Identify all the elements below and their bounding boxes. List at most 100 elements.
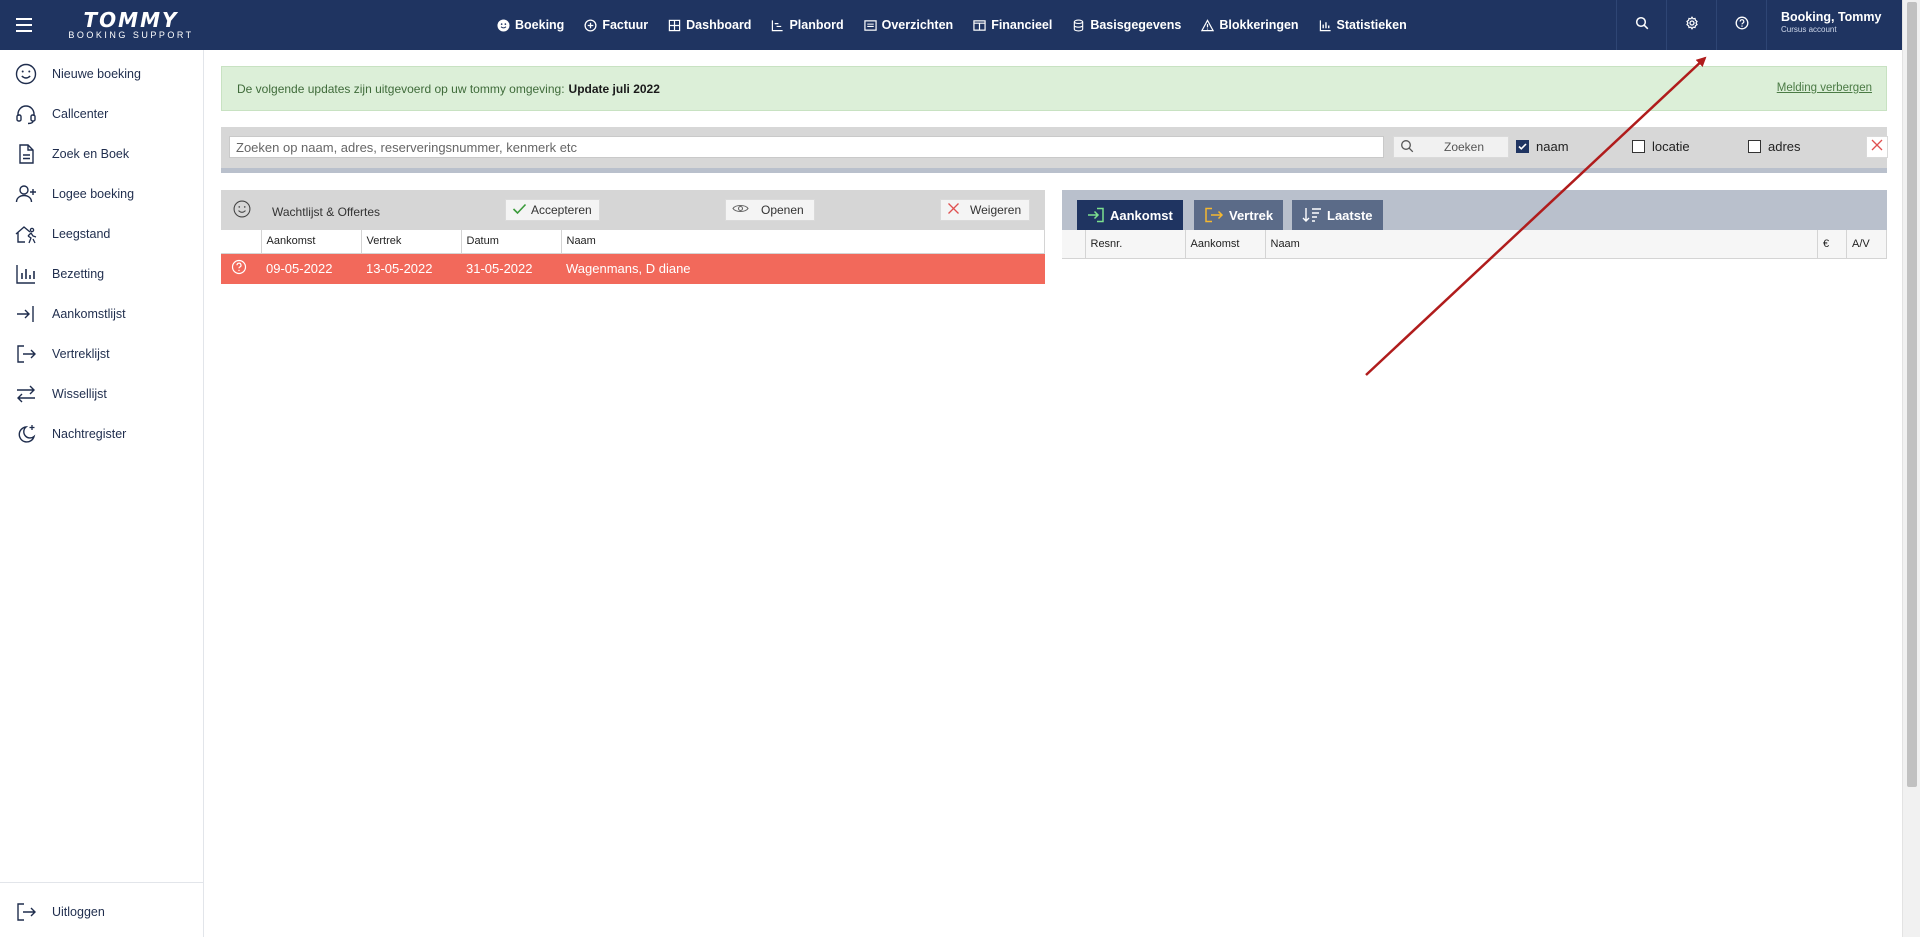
- nav-label: Boeking: [515, 18, 565, 32]
- settings-button[interactable]: [1666, 0, 1716, 50]
- vertical-scrollbar[interactable]: [1902, 0, 1920, 937]
- open-button[interactable]: Openen: [725, 199, 815, 221]
- list-window-icon: [863, 19, 877, 32]
- sidebar-item-vertreklijst[interactable]: Vertreklijst: [0, 334, 203, 374]
- option-adres-checkbox[interactable]: adres: [1748, 139, 1801, 154]
- moon-plus-icon: [13, 421, 39, 447]
- nav-factuur[interactable]: Factuur: [584, 18, 648, 32]
- check-icon: [512, 203, 527, 218]
- plus-circle-icon: [584, 18, 597, 32]
- search-icon: [1635, 16, 1649, 35]
- sidebar-item-zoek-en-boek[interactable]: Zoek en Boek: [0, 134, 203, 174]
- accept-button[interactable]: Accepteren: [505, 199, 600, 221]
- checkbox-empty-icon: [1632, 140, 1645, 153]
- house-run-icon: [13, 221, 39, 247]
- arrivals-tabs: Aankomst Vertrek Laatste: [1062, 190, 1887, 230]
- sign-in-icon: [13, 301, 39, 327]
- column-header-naam[interactable]: Naam: [561, 230, 1045, 254]
- sidebar-item-logee-boeking[interactable]: Logee boeking: [0, 174, 203, 214]
- user-name: Booking, Tommy: [1781, 10, 1882, 24]
- nav-overzichten[interactable]: Overzichten: [863, 18, 953, 32]
- column-header-naam[interactable]: Naam: [1265, 230, 1818, 259]
- close-icon: [947, 202, 960, 218]
- logo-subtitle: BOOKING SUPPORT: [68, 30, 194, 40]
- sidebar-item-label: Logee boeking: [52, 187, 135, 201]
- sign-in-icon: [1087, 207, 1105, 223]
- notice-highlight: Update juli 2022: [568, 81, 660, 96]
- logout-button[interactable]: Uitloggen: [0, 887, 203, 937]
- table-row[interactable]: 09-05-2022 13-05-2022 31-05-2022 Wagenma…: [221, 253, 1045, 284]
- main-nav: Boeking Factuur Dashboard Planbord Overz…: [497, 0, 1427, 50]
- hide-notice-link[interactable]: Melding verbergen: [1777, 82, 1872, 94]
- user-menu[interactable]: Booking, Tommy Cursus account: [1766, 0, 1902, 50]
- notice-text: De volgende updates zijn uitgevoerd op u…: [237, 81, 565, 96]
- column-header-aankomst[interactable]: Aankomst: [1185, 230, 1266, 259]
- sidebar-item-nachtregister[interactable]: Nachtregister: [0, 414, 203, 454]
- user-account: Cursus account: [1781, 24, 1837, 34]
- option-locatie-checkbox[interactable]: locatie: [1632, 139, 1690, 154]
- update-notice: De volgende updates zijn uitgevoerd op u…: [221, 66, 1887, 111]
- sidebar-item-label: Zoek en Boek: [52, 147, 130, 161]
- column-header-icon: [221, 230, 262, 254]
- column-header-vertrek[interactable]: Vertrek: [361, 230, 462, 254]
- nav-statistieken[interactable]: Statistieken: [1319, 18, 1407, 32]
- nav-label: Dashboard: [686, 18, 752, 32]
- row-status-cell: [221, 253, 261, 284]
- tab-label: Vertrek: [1229, 207, 1274, 223]
- cell-aankomst: 09-05-2022: [261, 253, 361, 284]
- nav-financieel[interactable]: Financieel: [973, 18, 1052, 32]
- search-submit-button[interactable]: Zoeken: [1393, 136, 1509, 158]
- nav-dashboard[interactable]: Dashboard: [668, 18, 751, 32]
- column-header-datum[interactable]: Datum: [461, 230, 562, 254]
- cell-vertrek: 13-05-2022: [361, 253, 461, 284]
- sign-out-icon: [13, 899, 39, 925]
- hamburger-menu-button[interactable]: [0, 0, 48, 50]
- reject-button[interactable]: Weigeren: [940, 199, 1030, 221]
- column-header-euro[interactable]: €: [1817, 230, 1847, 259]
- swap-arrows-icon: [13, 381, 39, 407]
- search-input[interactable]: [229, 136, 1384, 158]
- tab-laatste[interactable]: Laatste: [1292, 200, 1383, 230]
- eye-icon: [732, 203, 749, 217]
- sidebar-item-leegstand[interactable]: Leegstand: [0, 214, 203, 254]
- top-bar: TOMMY BOOKING SUPPORT Boeking Factuur Da…: [0, 0, 1902, 50]
- tab-label: Aankomst: [1110, 207, 1173, 223]
- tab-vertrek[interactable]: Vertrek: [1194, 200, 1284, 230]
- option-label: naam: [1536, 139, 1569, 154]
- column-header-aankomst[interactable]: Aankomst: [261, 230, 362, 254]
- scrollbar-thumb[interactable]: [1907, 2, 1917, 787]
- arrivals-table: Resnr. Aankomst Naam € A/V: [1062, 230, 1887, 259]
- nav-planbord[interactable]: Planbord: [771, 18, 844, 32]
- nav-basisgegevens[interactable]: Basisgegevens: [1072, 18, 1181, 32]
- nav-label: Factuur: [602, 18, 649, 32]
- sidebar-item-nieuwe-boeking[interactable]: Nieuwe boeking: [0, 54, 203, 94]
- clear-search-button[interactable]: [1866, 136, 1888, 158]
- sidebar-item-aankomstlijst[interactable]: Aankomstlijst: [0, 294, 203, 334]
- cell-datum: 31-05-2022: [461, 253, 561, 284]
- tab-aankomst[interactable]: Aankomst: [1077, 200, 1183, 230]
- columns-icon: [973, 19, 986, 32]
- sidebar-bottom: Uitloggen: [0, 882, 203, 937]
- sidebar-item-label: Aankomstlijst: [52, 307, 126, 321]
- search-button[interactable]: [1616, 0, 1666, 50]
- option-label: locatie: [1652, 139, 1690, 154]
- sidebar-item-wissellijst[interactable]: Wissellijst: [0, 374, 203, 414]
- waitlist-title: Wachtlijst & Offertes: [272, 205, 381, 219]
- option-label: adres: [1768, 139, 1801, 154]
- sidebar-item-callcenter[interactable]: Callcenter: [0, 94, 203, 134]
- bar-chart-icon: [13, 261, 39, 287]
- nav-boeking[interactable]: Boeking: [497, 18, 564, 32]
- nav-label: Statistieken: [1336, 18, 1407, 32]
- help-icon: [1735, 16, 1749, 35]
- help-icon: [231, 260, 247, 278]
- smiley-icon: [497, 18, 510, 32]
- logo[interactable]: TOMMY BOOKING SUPPORT: [56, 10, 206, 40]
- help-button[interactable]: [1716, 0, 1766, 50]
- database-icon: [1072, 19, 1085, 32]
- option-naam-checkbox[interactable]: naam: [1516, 139, 1569, 154]
- column-header-av[interactable]: A/V: [1846, 230, 1887, 259]
- column-header-resnr[interactable]: Resnr.: [1085, 230, 1186, 259]
- sidebar-item-bezetting[interactable]: Bezetting: [0, 254, 203, 294]
- accept-label: Accepteren: [531, 203, 592, 217]
- nav-blokkeringen[interactable]: Blokkeringen: [1201, 18, 1299, 32]
